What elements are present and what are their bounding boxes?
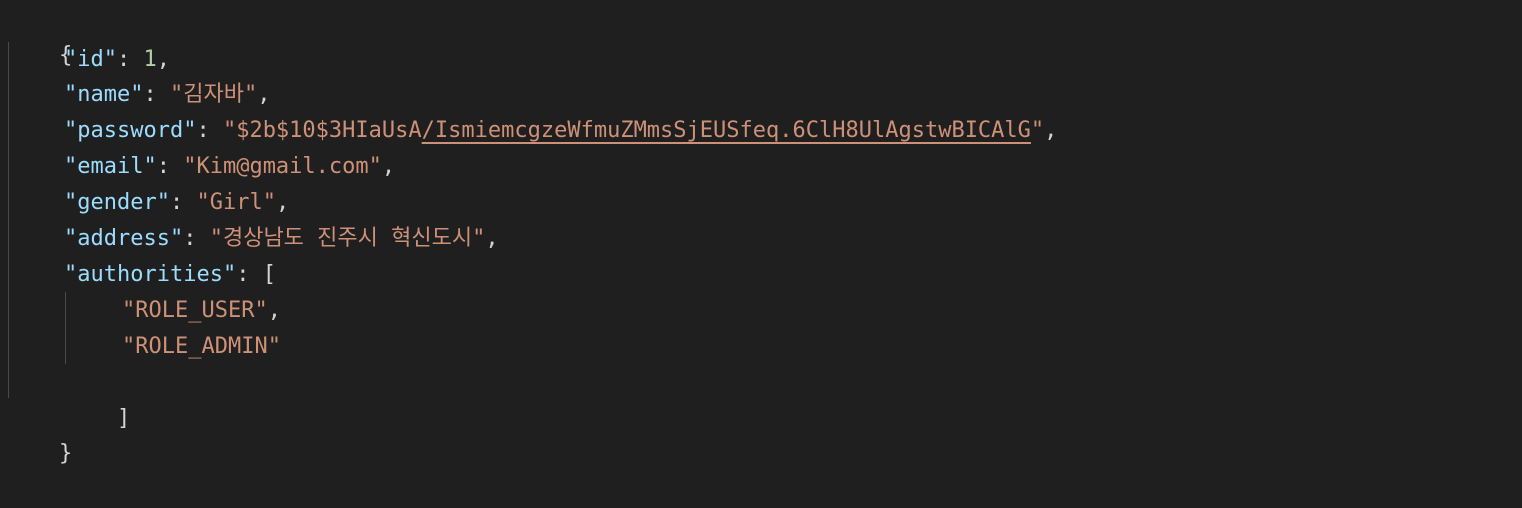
comma: ,: [257, 82, 271, 107]
colon-separator: :: [183, 226, 210, 251]
code-line-id: "id": 1,: [64, 42, 170, 78]
value-password-link[interactable]: /IsmiemcgzeWfmuZMmsSjEUSfeq.6ClH8UlAgstw…: [422, 118, 1031, 143]
code-line-email: "email": "Kim@gmail.com",: [64, 149, 395, 185]
comma: ,: [485, 226, 499, 251]
key-id: "id": [64, 47, 117, 72]
close-bracket: ]: [116, 406, 131, 431]
code-line-gender: "gender": "Girl",: [64, 185, 289, 221]
code-line-close-bracket: ]: [64, 365, 130, 431]
code-line-password: "password": "$2b$10$3HIaUsA/IsmiemcgzeWf…: [64, 113, 1057, 149]
value-password-prefix: "$2b$10$3HIaUsA: [222, 118, 422, 143]
key-email: "email": [64, 154, 157, 179]
key-gender: "gender": [64, 190, 170, 215]
colon-separator: :: [169, 190, 197, 215]
key-name: "name": [64, 82, 144, 107]
code-line-address: "address": "경상남도 진주시 혁신도시",: [64, 221, 499, 257]
value-password-suffix: ": [1030, 118, 1045, 143]
code-line-close-brace: }: [6, 400, 72, 466]
colon-separator: :: [236, 262, 263, 287]
code-line-role-user: "ROLE_USER",: [122, 293, 281, 329]
comma: ,: [381, 154, 396, 179]
open-bracket: [: [262, 262, 276, 287]
colon-separator: :: [196, 118, 223, 143]
key-password: "password": [64, 118, 197, 143]
code-editor[interactable]: { "id": 1, "name": "김자바", "password": "$…: [0, 0, 1522, 466]
indent-guide-inner: [65, 292, 66, 364]
value-role-user: "ROLE_USER": [122, 298, 268, 323]
code-line-name: "name": "김자바",: [64, 77, 270, 113]
key-authorities: "authorities": [64, 262, 237, 287]
colon-separator: :: [156, 154, 184, 179]
comma: ,: [156, 47, 170, 72]
value-id: 1: [143, 47, 157, 72]
code-line-authorities: "authorities": [: [64, 257, 276, 293]
key-address: "address": [64, 226, 184, 251]
value-gender: "Girl": [196, 190, 276, 215]
value-role-admin: "ROLE_ADMIN": [122, 334, 281, 359]
value-email: "Kim@gmail.com": [183, 154, 382, 179]
comma: ,: [267, 298, 281, 323]
comma: ,: [275, 190, 290, 215]
code-line-role-admin: "ROLE_ADMIN": [122, 329, 281, 365]
comma: ,: [1044, 118, 1058, 143]
colon-separator: :: [116, 47, 144, 72]
code-line-1: {: [6, 2, 72, 68]
value-name: "김자바": [169, 82, 258, 107]
colon-separator: :: [143, 82, 170, 107]
value-address: "경상남도 진주시 혁신도시": [209, 226, 486, 251]
